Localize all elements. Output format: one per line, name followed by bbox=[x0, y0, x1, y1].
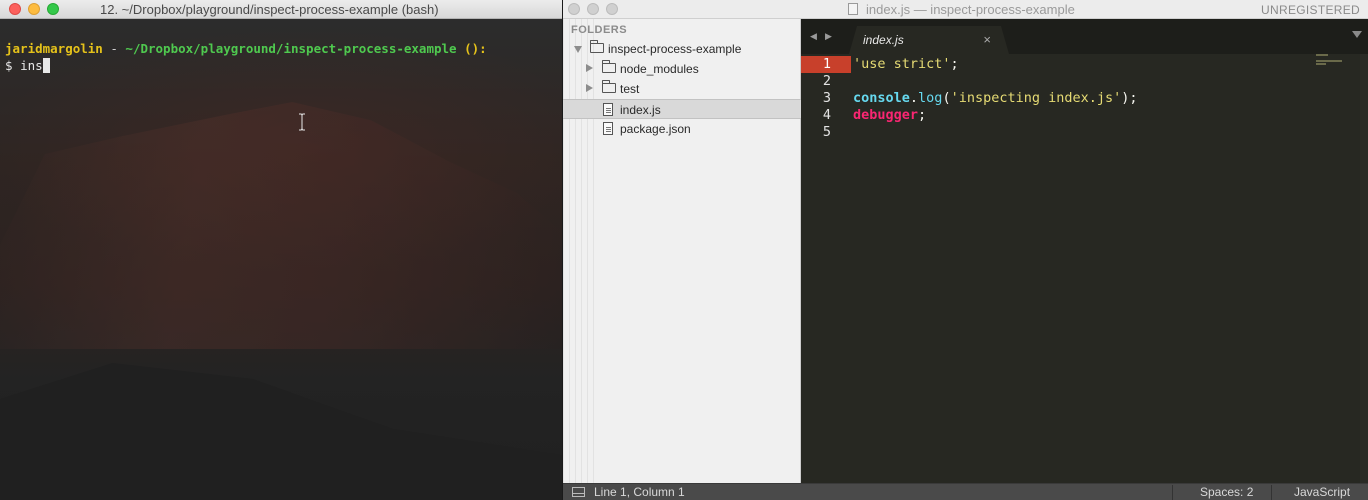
command-input[interactable]: ins bbox=[20, 58, 43, 73]
prompt-separator: - bbox=[102, 41, 126, 56]
sidebar-item-index-js[interactable]: index.js bbox=[563, 99, 801, 119]
tab-label: index.js bbox=[863, 33, 904, 47]
file-icon bbox=[603, 103, 613, 116]
code-line-4: debugger; bbox=[853, 107, 926, 124]
chevron-down-icon[interactable] bbox=[574, 46, 582, 53]
panel-toggle-icon[interactable] bbox=[572, 487, 585, 497]
code-editor[interactable]: 'use strict'; console.log('inspecting in… bbox=[853, 54, 1313, 483]
editor-window: index.js — inspect-process-example UNREG… bbox=[563, 0, 1368, 500]
editor-zoom-button[interactable] bbox=[606, 3, 618, 15]
object-token: console bbox=[853, 90, 910, 106]
line-number: 5 bbox=[822, 124, 831, 140]
status-bar: Line 1, Column 1 Spaces: 2 JavaScript bbox=[563, 483, 1368, 500]
prompt-path: ~/Dropbox/playground/inspect-process-exa… bbox=[125, 41, 457, 56]
prompt-git-branch: (): bbox=[456, 41, 487, 56]
terminal-content[interactable]: jaridmargolin - ~/Dropbox/playground/ins… bbox=[0, 19, 562, 500]
terminal-window: 12. ~/Dropbox/playground/inspect-process… bbox=[0, 0, 562, 500]
text-cursor-icon bbox=[299, 113, 305, 131]
terminal-output: jaridmargolin - ~/Dropbox/playground/ins… bbox=[5, 40, 487, 74]
wallpaper-cliff bbox=[0, 102, 562, 349]
tab-index-js[interactable]: index.js × bbox=[849, 26, 1009, 54]
editor-close-button[interactable] bbox=[568, 3, 580, 15]
folder-open-icon bbox=[590, 40, 604, 53]
tab-close-icon[interactable]: × bbox=[983, 32, 991, 47]
punctuation-token: ; bbox=[918, 107, 927, 123]
string-token: 'inspecting index.js' bbox=[950, 90, 1122, 106]
line-number: 3 bbox=[822, 90, 831, 106]
chevron-right-icon[interactable] bbox=[586, 84, 593, 92]
line-number-gutter: 1 2 3 4 5 bbox=[801, 54, 851, 483]
punctuation-token: . bbox=[909, 90, 919, 106]
minimap[interactable] bbox=[1316, 54, 1346, 74]
string-token: 'use strict' bbox=[853, 56, 951, 72]
code-line-1: 'use strict'; bbox=[853, 56, 959, 73]
terminal-title: 12. ~/Dropbox/playground/inspect-process… bbox=[100, 2, 439, 17]
sidebar-root-folder[interactable]: inspect-process-example bbox=[563, 39, 801, 59]
folders-header: FOLDERS bbox=[571, 24, 628, 36]
minimap-line bbox=[1316, 63, 1326, 65]
line-number: 1 bbox=[801, 56, 851, 73]
line-number: 2 bbox=[822, 73, 831, 89]
sidebar-item-label: node_modules bbox=[620, 62, 699, 76]
sidebar-item-package-json[interactable]: package.json bbox=[563, 119, 801, 139]
folder-icon bbox=[602, 60, 616, 73]
editor-scrollbar[interactable] bbox=[1360, 54, 1368, 483]
punctuation-token: ); bbox=[1121, 90, 1138, 106]
punctuation-token: ; bbox=[950, 56, 959, 72]
tab-back-icon[interactable]: ◀ bbox=[810, 31, 817, 42]
prompt-user: jaridmargolin bbox=[5, 41, 103, 56]
close-window-button[interactable] bbox=[9, 3, 21, 15]
sidebar-item-node-modules[interactable]: node_modules bbox=[563, 59, 801, 79]
sidebar-item-label: package.json bbox=[620, 122, 691, 136]
chevron-right-icon[interactable] bbox=[586, 64, 593, 72]
line-number: 4 bbox=[822, 107, 831, 123]
file-icon bbox=[603, 122, 613, 135]
command-prefix: $ bbox=[5, 58, 21, 73]
folder-icon bbox=[602, 80, 616, 93]
tab-list-dropdown-icon[interactable] bbox=[1352, 31, 1362, 38]
minimap-line bbox=[1316, 60, 1342, 62]
punctuation-token: ( bbox=[942, 90, 951, 106]
folders-sidebar: FOLDERS inspect-process-example node_mod… bbox=[563, 19, 801, 483]
editor-window-title: index.js — inspect-process-example bbox=[866, 2, 1075, 17]
unregistered-label: UNREGISTERED bbox=[1261, 3, 1360, 17]
document-icon bbox=[848, 3, 858, 15]
indentation-selector[interactable]: Spaces: 2 bbox=[1172, 485, 1271, 500]
tab-bar: ◀ ▶ index.js × bbox=[801, 19, 1368, 54]
sidebar-item-label: test bbox=[620, 82, 640, 96]
sidebar-item-label: index.js bbox=[620, 103, 661, 117]
terminal-cursor bbox=[42, 58, 50, 73]
function-token: log bbox=[918, 90, 943, 106]
minimize-window-button[interactable] bbox=[28, 3, 40, 15]
editor-minimize-button[interactable] bbox=[587, 3, 599, 15]
syntax-selector[interactable]: JavaScript bbox=[1271, 485, 1368, 500]
minimap-line bbox=[1316, 54, 1328, 56]
cursor-position: Line 1, Column 1 bbox=[594, 485, 685, 499]
sidebar-root-label: inspect-process-example bbox=[608, 42, 742, 56]
tab-forward-icon[interactable]: ▶ bbox=[825, 31, 832, 42]
terminal-titlebar[interactable]: 12. ~/Dropbox/playground/inspect-process… bbox=[0, 0, 562, 19]
zoom-window-button[interactable] bbox=[47, 3, 59, 15]
code-line-3: console.log('inspecting index.js'); bbox=[853, 90, 1138, 107]
sidebar-item-test[interactable]: test bbox=[563, 79, 801, 99]
keyword-token: debugger bbox=[853, 107, 919, 123]
editor-titlebar[interactable]: index.js — inspect-process-example UNREG… bbox=[563, 0, 1368, 19]
